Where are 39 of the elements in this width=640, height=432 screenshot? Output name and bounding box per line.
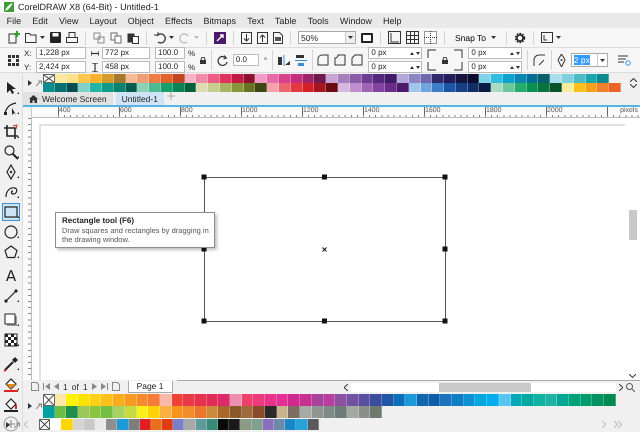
page-number: 1 [63,382,68,392]
text-tool[interactable]: A [2,267,20,285]
tooltip-title: Rectangle tool (F6) [62,216,136,225]
height-field[interactable]: 458 px [102,61,150,73]
percent-label: % [188,62,196,72]
menu-item[interactable]: Bitmaps [198,14,242,26]
rotation-field[interactable]: 0.0 [232,54,259,66]
corner-radius-field[interactable]: 0 px [368,61,422,73]
x-label: X: [24,48,33,58]
scale-x-field[interactable]: 100.0 [155,47,185,59]
window-title: CorelDRAW X8 (64-Bit) - Untitled-1 [18,2,159,12]
y-label: Y: [24,62,32,72]
zoom-level-field[interactable]: 50% [298,31,356,44]
width-field[interactable]: 772 px [102,47,150,59]
document-tab[interactable]: Untitled-1 [116,92,164,105]
document-tab[interactable]: Welcome Screen [23,92,113,105]
scale-y-field[interactable]: 100.0 [155,61,185,73]
menu-item[interactable]: Layout [84,14,122,26]
degree-label: ° [264,56,268,64]
page-count: 1 [82,382,88,392]
menu-item[interactable]: Tools [302,14,334,26]
corner-radius-field[interactable]: 0 px [368,47,422,59]
menu-item[interactable]: Object [122,14,160,26]
menu-item[interactable]: Text [242,14,270,26]
corner-radius-field[interactable]: 0 px [468,47,522,59]
y-position-field[interactable]: 2,424 px [36,61,86,73]
corner-radius-field[interactable]: 0 px [468,61,522,73]
menu-item[interactable]: File [1,14,27,26]
menu-item[interactable]: Effects [159,14,198,26]
snap-to-button[interactable]: Snap To [452,32,500,42]
menu-item[interactable]: Help [377,14,408,26]
page-of-label: of [72,382,79,392]
x-position-field[interactable]: 1,228 px [36,47,86,59]
menu-item[interactable]: Table [269,14,302,26]
percent-label: % [188,48,196,58]
menu-item[interactable]: Window [334,14,378,26]
page-tab[interactable]: Page 1 [128,380,173,392]
menu-item[interactable]: Edit [26,14,54,26]
menu-item[interactable]: View [53,14,84,26]
